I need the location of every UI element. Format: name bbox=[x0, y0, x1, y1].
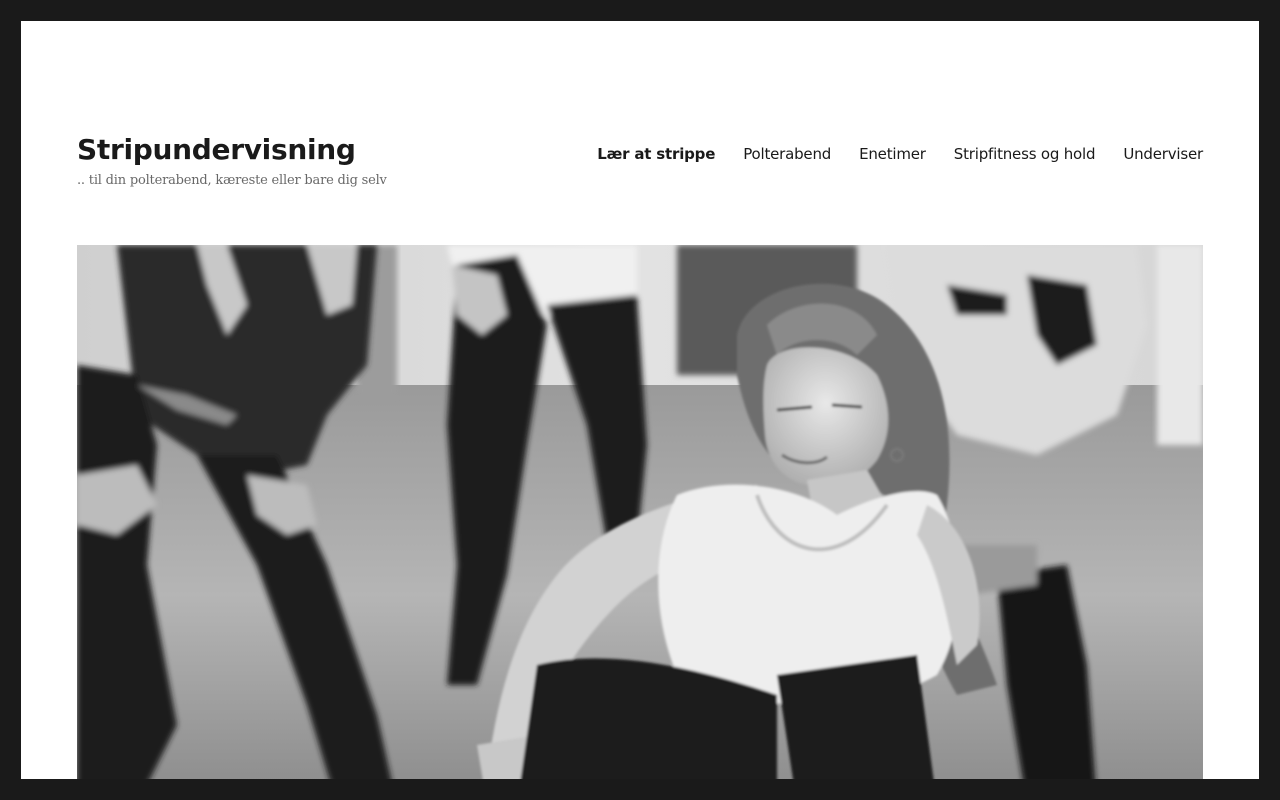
nav-item-enetimer[interactable]: Enetimer bbox=[859, 143, 926, 165]
nav-item-underviser[interactable]: Underviser bbox=[1123, 143, 1203, 165]
site-branding: Stripundervisning .. til din polterabend… bbox=[77, 131, 387, 191]
nav-item-laer-at-strippe[interactable]: Lær at strippe bbox=[597, 143, 715, 165]
main-navigation: Lær at strippe Polterabend Enetimer Stri… bbox=[597, 143, 1203, 165]
header-image bbox=[77, 245, 1203, 779]
dance-class-photo bbox=[77, 245, 1203, 779]
site-description: .. til din polterabend, kæreste eller ba… bbox=[77, 173, 387, 188]
nav-item-stripfitness-og-hold[interactable]: Stripfitness og hold bbox=[954, 143, 1096, 165]
page-frame: Stripundervisning .. til din polterabend… bbox=[21, 21, 1259, 779]
nav-item-polterabend[interactable]: Polterabend bbox=[743, 143, 831, 165]
site-title[interactable]: Stripundervisning bbox=[77, 131, 387, 169]
